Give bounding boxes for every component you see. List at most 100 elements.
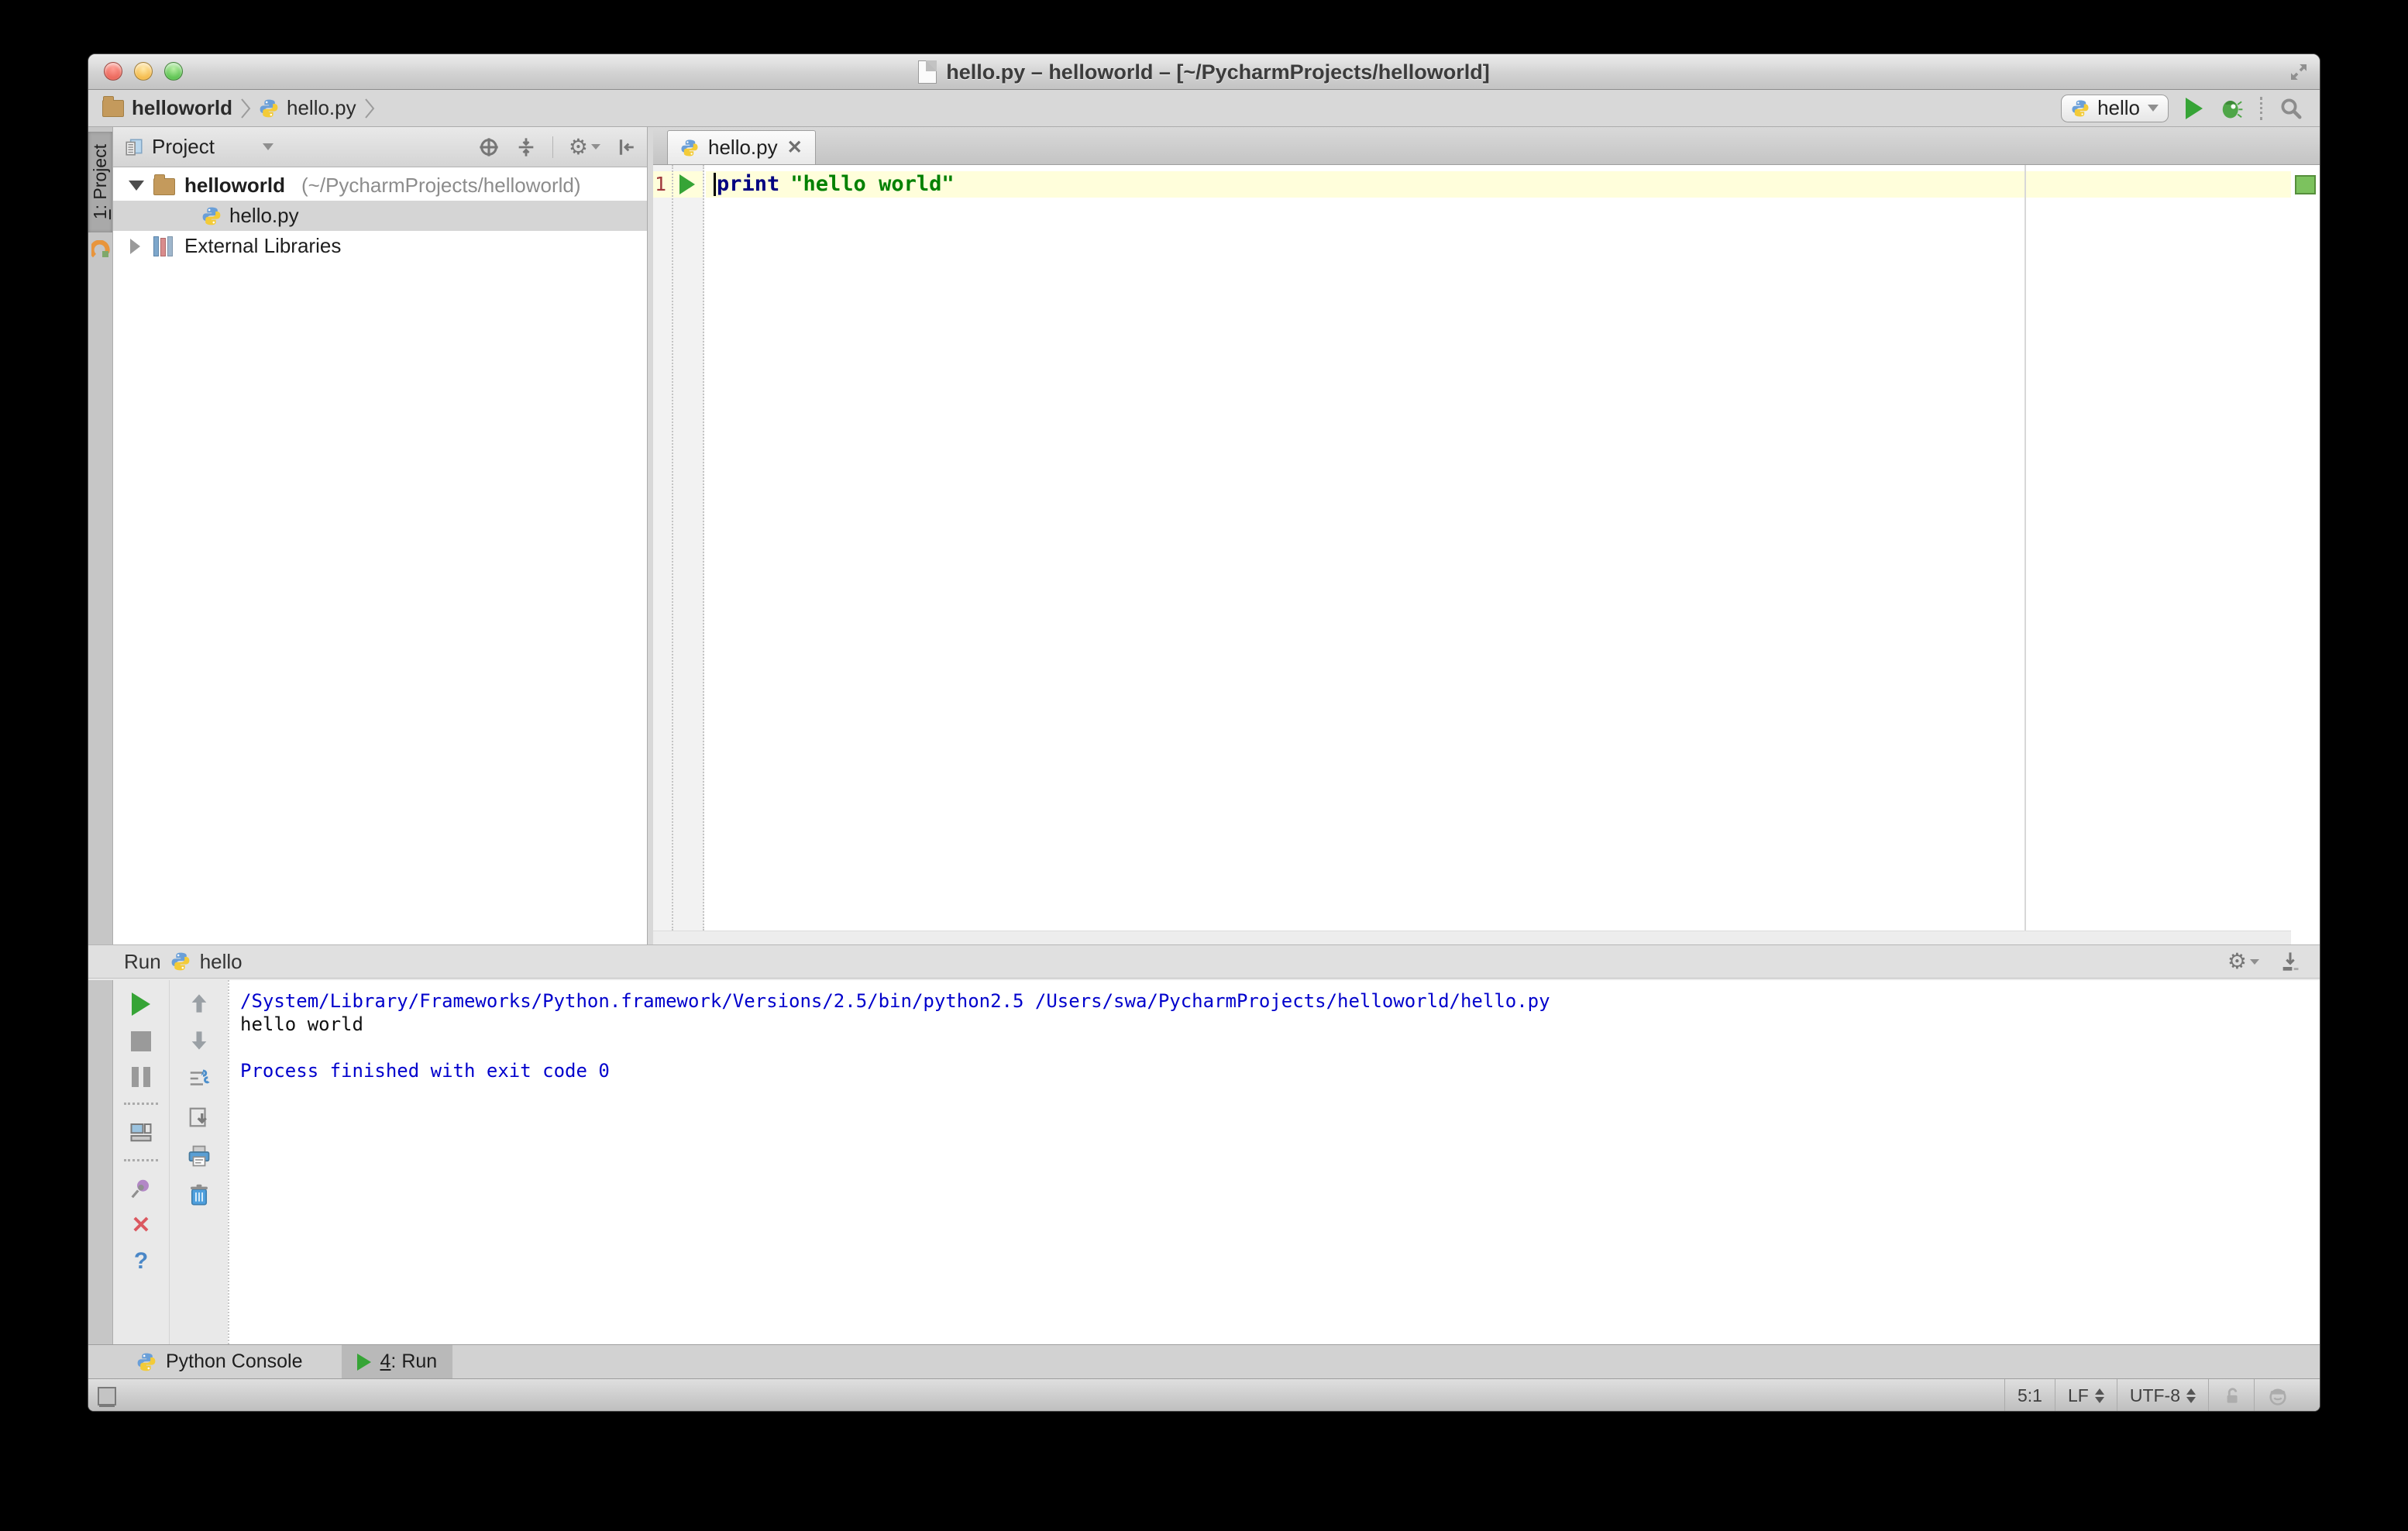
run-console-output[interactable]: /System/Library/Frameworks/Python.framew… xyxy=(228,980,2320,1344)
dock-icon[interactable] xyxy=(2279,951,2301,972)
editor-gutter: 1 xyxy=(653,165,704,931)
tree-project-name: helloworld xyxy=(184,174,285,197)
console-line: /System/Library/Frameworks/Python.framew… xyxy=(240,990,1550,1012)
collapse-arrow-icon[interactable] xyxy=(130,238,140,254)
tree-project-path: (~/PycharmProjects/helloworld) xyxy=(301,174,581,197)
external-libraries-icon xyxy=(153,236,173,256)
run-gear-button[interactable]: ⚙ xyxy=(2227,951,2259,972)
expand-arrow-icon[interactable] xyxy=(129,181,144,191)
close-window-button[interactable] xyxy=(104,62,122,81)
locate-icon[interactable] xyxy=(478,136,500,158)
left-tool-stripe-lower xyxy=(88,980,113,1344)
pycharm-logo-icon xyxy=(91,240,110,259)
run-panel-config: hello xyxy=(199,949,243,973)
chevron-right-icon xyxy=(364,98,374,119)
code-keyword: print xyxy=(717,172,780,196)
restore-layout-button[interactable] xyxy=(129,1120,153,1144)
error-stripe-bar[interactable] xyxy=(2291,165,2320,944)
toolbar-separator xyxy=(552,136,553,158)
run-icon xyxy=(356,1353,371,1371)
window-title: hello.py – helloworld – [~/PycharmProjec… xyxy=(946,60,1490,84)
down-arrow-button[interactable] xyxy=(188,1030,210,1051)
stop-button[interactable] xyxy=(131,1031,151,1051)
hector-widget[interactable] xyxy=(2254,1379,2301,1411)
up-arrow-button[interactable] xyxy=(188,993,210,1014)
scroll-to-end-button[interactable] xyxy=(187,1106,211,1129)
python-icon xyxy=(170,951,191,972)
run-line-icon[interactable] xyxy=(679,174,695,194)
horizontal-scrollbar[interactable] xyxy=(653,931,2291,944)
search-icon[interactable] xyxy=(2279,97,2303,120)
gear-settings-button[interactable]: ⚙ xyxy=(569,136,600,158)
status-bar: 5:1 LF UTF-8 xyxy=(88,1378,2320,1411)
run-tab-label: : Run xyxy=(390,1350,438,1372)
folder-icon xyxy=(153,174,175,195)
soft-wrap-button[interactable] xyxy=(187,1067,211,1090)
editor-tab-hello-py[interactable]: hello.py ✕ xyxy=(667,130,816,164)
editor-tab-bar: hello.py ✕ xyxy=(653,127,2320,165)
line-number-column xyxy=(653,165,673,931)
hide-panel-icon[interactable] xyxy=(616,136,636,158)
debug-button[interactable] xyxy=(2220,97,2243,120)
run-toolbar-primary: ✕ ? xyxy=(113,980,169,1344)
code-string: "hello world" xyxy=(790,172,955,196)
close-button[interactable]: ✕ xyxy=(131,1214,150,1237)
caret-position-widget[interactable]: 5:1 xyxy=(2004,1379,2055,1411)
chevron-down-icon xyxy=(2148,105,2159,112)
help-button[interactable]: ? xyxy=(134,1250,148,1273)
right-margin-guide xyxy=(2024,165,2026,931)
document-icon xyxy=(918,60,937,84)
minimize-window-button[interactable] xyxy=(134,62,153,81)
python-console-tab[interactable]: Python Console xyxy=(121,1345,318,1379)
tree-row-hello-py[interactable]: hello.py xyxy=(113,201,647,231)
text-caret xyxy=(714,172,716,196)
pin-button[interactable] xyxy=(129,1177,153,1200)
python-icon xyxy=(201,206,222,226)
project-tool-window-button[interactable]: 1: Project xyxy=(88,132,112,232)
pycharm-window: hello.py – helloworld – [~/PycharmProjec… xyxy=(88,53,2320,1412)
run-button[interactable] xyxy=(2186,97,2203,119)
project-view-select[interactable]: Project xyxy=(124,135,273,159)
unlock-icon xyxy=(2227,1387,2238,1403)
title-bar[interactable]: hello.py – helloworld – [~/PycharmProjec… xyxy=(88,54,2320,90)
run-configuration-value: hello xyxy=(2097,96,2140,119)
editor-tab-label: hello.py xyxy=(708,136,778,159)
traffic-lights xyxy=(104,62,183,81)
hector-icon xyxy=(2269,1388,2286,1405)
clear-console-button[interactable] xyxy=(188,1183,210,1206)
pause-button[interactable] xyxy=(132,1067,150,1087)
close-icon[interactable]: ✕ xyxy=(787,136,803,159)
python-icon xyxy=(2071,99,2090,118)
breadcrumb-file[interactable]: hello.py xyxy=(287,96,356,120)
project-tree: helloworld (~/PycharmProjects/helloworld… xyxy=(113,167,647,261)
inspections-ok-indicator[interactable] xyxy=(2295,175,2316,194)
project-panel: Project ⚙ helloworld (~/PycharmProjects/… xyxy=(113,127,648,944)
tool-window-bar: Python Console 4: Run xyxy=(88,1344,2320,1379)
gear-icon: ⚙ xyxy=(2227,949,2247,973)
window-resize-icon[interactable] xyxy=(2287,60,2310,84)
console-line: hello world xyxy=(240,1013,363,1035)
run-configuration-select[interactable]: hello xyxy=(2061,94,2169,122)
print-button[interactable] xyxy=(187,1144,211,1168)
project-view-label: Project xyxy=(152,135,215,158)
chevron-down-icon xyxy=(262,143,273,150)
chevron-right-icon xyxy=(241,98,251,119)
breadcrumb-project[interactable]: helloworld xyxy=(132,96,232,120)
rerun-button[interactable] xyxy=(132,993,150,1016)
encoding-widget[interactable]: UTF-8 xyxy=(2116,1379,2208,1411)
grip-icon[interactable] xyxy=(98,1386,116,1405)
zoom-window-button[interactable] xyxy=(164,62,183,81)
tree-file-name: hello.py xyxy=(229,204,299,227)
folder-icon xyxy=(102,95,124,117)
lock-widget[interactable] xyxy=(2208,1379,2254,1411)
chevron-down-icon xyxy=(591,144,600,150)
editor-content[interactable]: 1 print "hello world" xyxy=(653,165,2320,944)
line-ending-widget[interactable]: LF xyxy=(2054,1379,2117,1411)
python-icon xyxy=(259,98,279,119)
collapse-all-icon[interactable] xyxy=(515,136,537,158)
run-tab[interactable]: 4: Run xyxy=(341,1344,453,1379)
panel-splitter[interactable] xyxy=(648,127,653,944)
tree-row-external-libraries[interactable]: External Libraries xyxy=(113,231,647,261)
tree-row-project-root[interactable]: helloworld (~/PycharmProjects/helloworld… xyxy=(113,170,647,201)
